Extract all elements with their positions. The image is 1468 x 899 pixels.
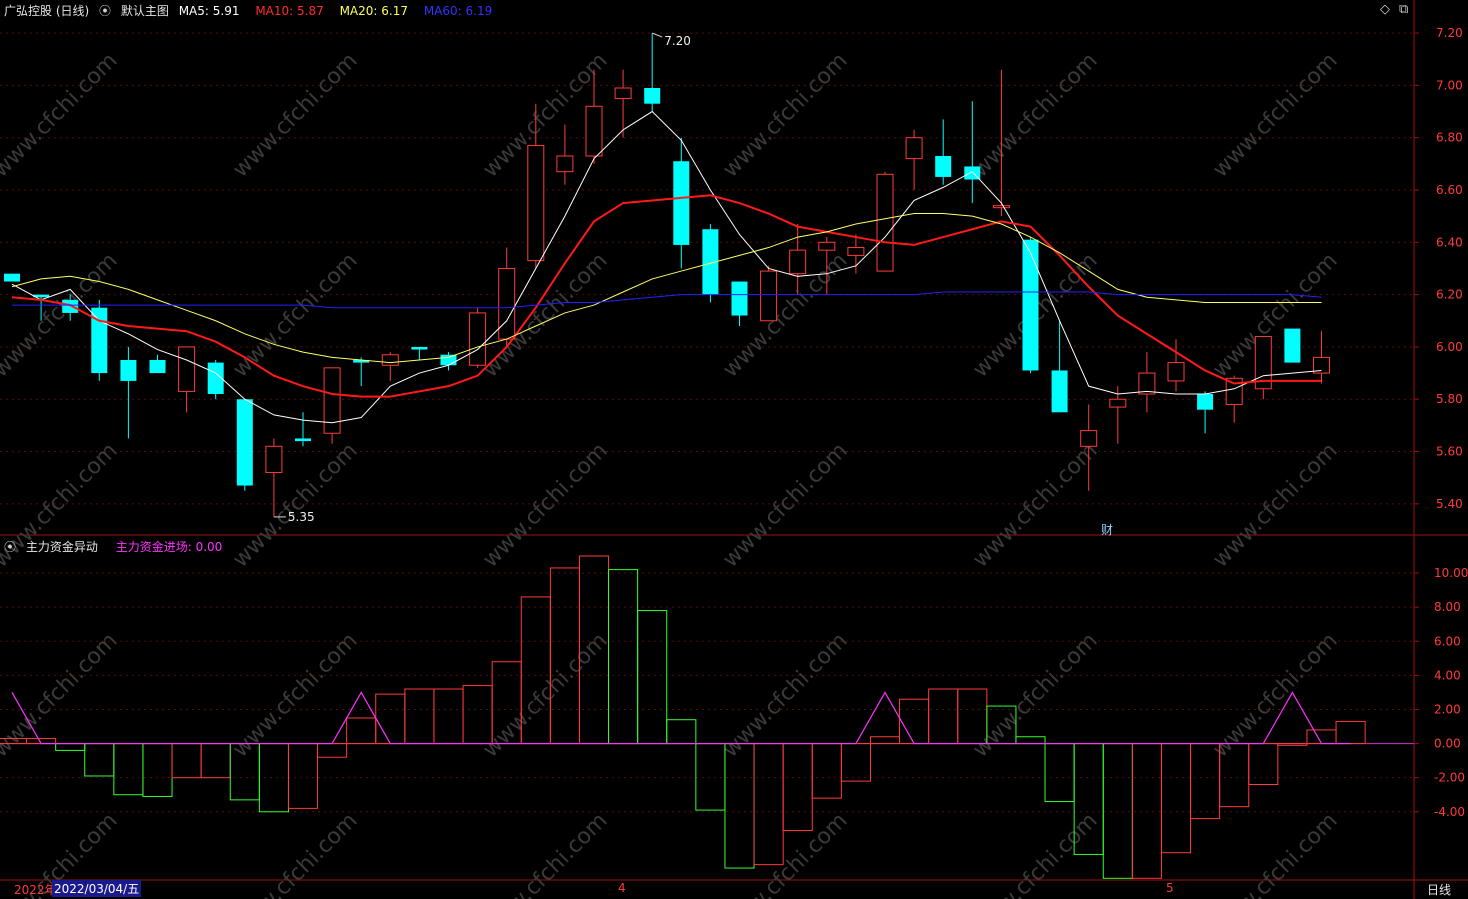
candle-body (1138, 372, 1156, 395)
ma10-value: MA10: 5.87 (255, 4, 324, 18)
x-month-5: 5 (1166, 881, 1174, 895)
main-header: 广弘控股 (日线) ⦿ 默认主图 MA5: 5.91 MA10: 5.87 MA… (4, 2, 504, 19)
indicator-value: 主力资金进场: 0.00 (115, 540, 223, 554)
period-tab[interactable]: 日线 (1427, 881, 1451, 898)
sub-header: ⦿ 主力资金异动 主力资金进场: 0.00 (4, 538, 234, 555)
candle-body (469, 312, 487, 366)
candle-body (1109, 398, 1127, 408)
candle-body (295, 438, 311, 442)
candle (4, 273, 20, 282)
candle-body (498, 267, 516, 340)
candle-body (149, 360, 166, 374)
candle (1284, 328, 1301, 363)
candle-body (585, 105, 603, 157)
candle-body (673, 161, 690, 245)
candle-body (760, 270, 778, 322)
candle-body (789, 249, 807, 275)
y-tick-label: 6.20 (1436, 288, 1463, 302)
ma60-value: MA60: 6.19 (423, 4, 493, 18)
candle (760, 265, 778, 322)
candle-body (440, 354, 457, 366)
candle-body (323, 367, 341, 434)
candle-body (847, 247, 865, 256)
candle-body (556, 155, 574, 173)
candle-body (1080, 430, 1098, 447)
candle (236, 399, 253, 491)
candle-body (731, 281, 748, 316)
x-date-label: 2022/03/04/五 (52, 880, 142, 897)
y-tick-label: 6.40 (1436, 235, 1463, 249)
diamond-icon[interactable]: ◇ (1380, 2, 1390, 17)
y-tick-label: 7.20 (1436, 26, 1463, 40)
y-tick-label: 10.00 (1434, 566, 1468, 580)
event-marker: 财 (1101, 523, 1113, 537)
ma20-value: MA20: 6.17 (339, 4, 408, 18)
low-annotation: 5.35 (288, 510, 315, 524)
candle-body (4, 273, 20, 282)
candle-body (876, 173, 894, 272)
candle-body (120, 360, 137, 381)
candle (207, 360, 224, 400)
y-tick-label: 2.00 (1434, 702, 1461, 716)
chart-name[interactable]: 默认主图 (121, 4, 169, 18)
y-tick-label: 5.60 (1436, 445, 1463, 459)
chart-settings-icon[interactable]: ⦿ (99, 4, 111, 18)
y-tick-label: 6.80 (1436, 131, 1463, 145)
indicator-settings-icon[interactable]: ⦿ (4, 540, 16, 554)
candle-body (614, 87, 632, 99)
ma5-value: MA5: 5.91 (178, 4, 240, 18)
high-annotation: 7.20 (664, 34, 691, 48)
y-tick-label: 8.00 (1434, 600, 1461, 614)
stock-title: 广弘控股 (日线) (4, 4, 90, 18)
window-restore-icon[interactable]: ⧉ (1399, 2, 1408, 17)
y-tick-label: 7.00 (1436, 78, 1463, 92)
candle-body (236, 399, 253, 486)
y-tick-label: -2.00 (1434, 771, 1465, 785)
candle (91, 299, 108, 381)
candle-body (644, 88, 661, 104)
candle-body (381, 354, 399, 366)
candle-body (935, 156, 952, 177)
y-tick-label: 4.00 (1434, 668, 1461, 682)
candle (876, 171, 894, 272)
y-tick-label: 6.00 (1434, 634, 1461, 648)
candle (1022, 237, 1039, 374)
y-tick-label: 0.00 (1434, 737, 1461, 751)
y-tick-label: -4.00 (1434, 805, 1465, 819)
y-tick-label: 5.80 (1436, 392, 1463, 406)
stock-chart: www.cfchi.com www.cfchi.com www.cfchi.com w… (0, 0, 1468, 899)
y-tick-label: 6.60 (1436, 183, 1463, 197)
candle-body (62, 299, 79, 313)
candle-body (1284, 328, 1301, 363)
candle-body (411, 346, 428, 350)
candle-body (1051, 370, 1068, 413)
x-year-label: 2022年 (14, 883, 57, 897)
candle (323, 367, 341, 444)
candle-body (265, 445, 283, 473)
candle (469, 307, 487, 368)
candle-body (1167, 362, 1185, 382)
candle-body (1022, 239, 1039, 371)
candle-body (905, 137, 923, 160)
candle-body (1197, 394, 1214, 410)
indicator-name[interactable]: 主力资金异动 (26, 540, 98, 554)
candle-body (527, 145, 545, 262)
candle-body (992, 205, 1010, 209)
candle-body (178, 346, 196, 392)
x-month-4: 4 (618, 881, 626, 895)
y-tick-label: 5.40 (1436, 497, 1463, 511)
candle-body (818, 241, 836, 251)
y-tick-label: 6.00 (1436, 340, 1463, 354)
